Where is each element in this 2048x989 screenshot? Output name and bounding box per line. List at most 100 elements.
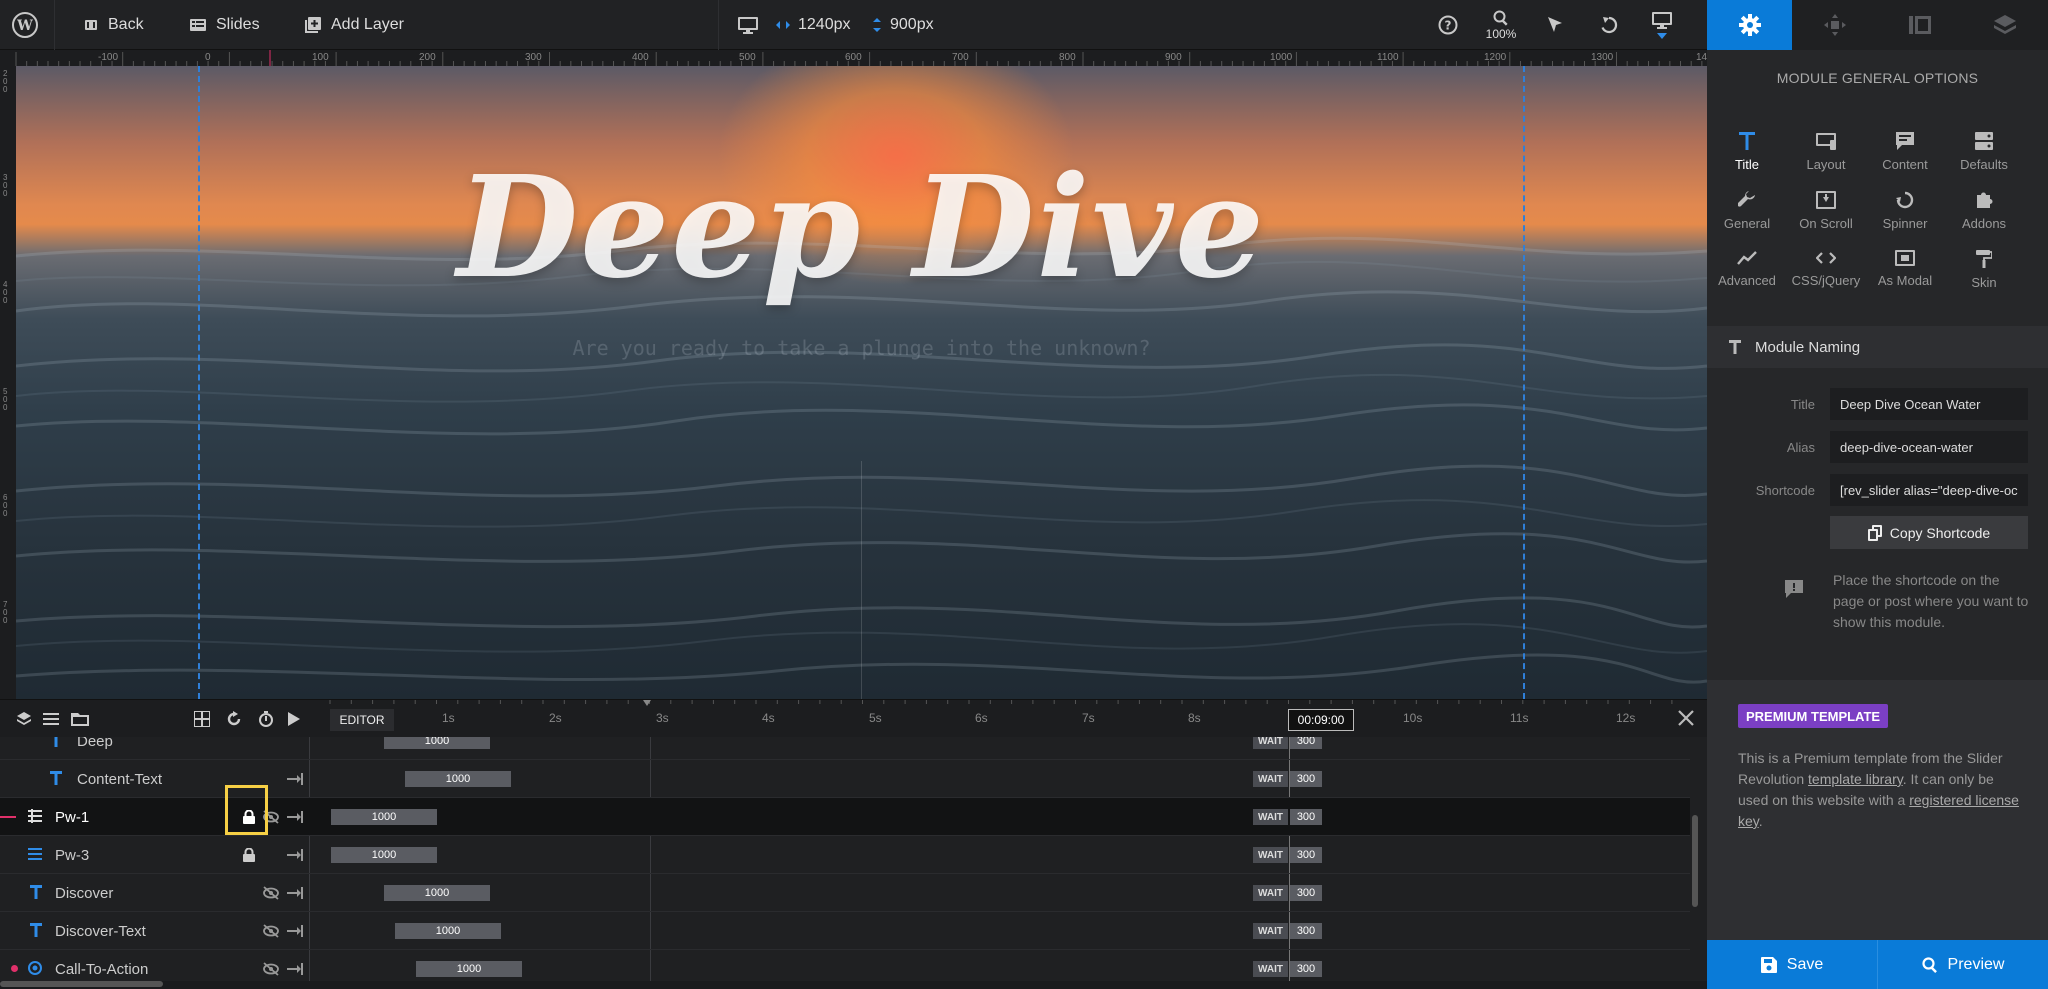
play-icon	[288, 712, 300, 726]
wordpress-logo-button[interactable]: W	[12, 0, 42, 50]
width-readout[interactable]: 1240px	[776, 0, 851, 50]
alias-field[interactable]	[1830, 431, 2028, 463]
layer-row-content-text[interactable]: Content-Text 1000 WAIT 300	[0, 760, 1690, 798]
row-end-action[interactable]	[287, 924, 303, 938]
loop-toggle[interactable]	[224, 709, 244, 729]
copy-shortcode-button[interactable]: Copy Shortcode	[1830, 516, 2028, 549]
add-layer-button[interactable]: Add Layer	[305, 0, 404, 50]
layer-row-call-to-action[interactable]: Call-To-Action 1000 WAIT 300	[0, 950, 1690, 981]
button-layer-icon	[28, 961, 42, 975]
visibility-toggle[interactable]	[263, 886, 279, 900]
layer-duration-bar[interactable]: 1000	[405, 771, 511, 787]
help-button[interactable]: ?	[1428, 0, 1468, 50]
current-time-indicator[interactable]: 00:09:00	[1288, 709, 1354, 731]
content-icon	[1896, 132, 1914, 150]
tab-navigation[interactable]	[1792, 0, 1878, 50]
ruler-label: 500	[739, 52, 756, 63]
speed-toggle[interactable]	[256, 709, 276, 729]
row-end-action[interactable]	[287, 848, 303, 862]
ruler-label: 700	[3, 600, 8, 625]
option-on-scroll[interactable]: On Scroll	[1786, 191, 1866, 233]
template-library-link[interactable]: template library	[1808, 771, 1903, 787]
vertical-ruler: 200 300 400 500 600 700	[0, 66, 16, 699]
timeline-scrollbar-horizontal[interactable]	[0, 981, 163, 987]
undo-button[interactable]	[1589, 0, 1629, 50]
wait-value[interactable]: 300	[1290, 809, 1322, 825]
layer-row-discover-text[interactable]: Discover-Text 1000 WAIT 300	[0, 912, 1690, 950]
option-as-modal[interactable]: As Modal	[1865, 250, 1945, 290]
wait-value[interactable]: 300	[1290, 771, 1322, 787]
row-end-action[interactable]	[287, 886, 303, 900]
layer-duration-bar[interactable]: 1000	[331, 809, 437, 825]
ruler-label: 800	[1059, 52, 1076, 63]
option-label: Defaults	[1960, 157, 2008, 172]
wait-value[interactable]: 300	[1290, 885, 1322, 901]
slides-button[interactable]: Slides	[190, 0, 260, 50]
select-tool-button[interactable]	[1535, 0, 1575, 50]
responsive-view-button[interactable]	[1642, 0, 1682, 50]
grid-toggle[interactable]	[192, 709, 212, 729]
height-readout[interactable]: 900px	[872, 0, 934, 50]
row-end-action[interactable]	[287, 772, 303, 786]
save-button[interactable]: Save	[1707, 940, 1877, 989]
time-tick: 6s	[975, 711, 988, 725]
play-button[interactable]	[284, 709, 304, 729]
option-css-jquery[interactable]: CSS/jQuery	[1786, 250, 1866, 290]
tab-slide-options[interactable]	[1877, 0, 1963, 50]
wait-value[interactable]: 300	[1290, 847, 1322, 863]
row-end-action[interactable]	[287, 810, 303, 824]
folder-toggle[interactable]	[70, 709, 90, 729]
slide-canvas[interactable]: Deep Dive Are you ready to take a plunge…	[16, 66, 1707, 699]
visibility-toggle[interactable]	[263, 810, 279, 824]
editor-tab[interactable]: EDITOR	[330, 709, 394, 731]
zoom-button[interactable]: 100%	[1481, 0, 1521, 50]
title-field[interactable]	[1830, 388, 2028, 420]
device-desktop-button[interactable]	[728, 0, 768, 50]
wait-label: WAIT	[1253, 961, 1288, 977]
close-timeline-button[interactable]	[1677, 709, 1695, 727]
back-button[interactable]: Back	[84, 0, 144, 50]
layer-duration-bar[interactable]: 1000	[331, 847, 437, 863]
option-label: Skin	[1971, 275, 1997, 290]
visibility-toggle[interactable]	[263, 924, 279, 938]
layer-duration-bar[interactable]: 1000	[384, 737, 490, 749]
tab-layer-options[interactable]	[1962, 0, 2048, 50]
defaults-icon	[1975, 132, 1993, 150]
layer-row-discover[interactable]: Discover 1000 WAIT 300	[0, 874, 1690, 912]
option-general[interactable]: General	[1707, 191, 1787, 233]
preview-button[interactable]: Preview	[1877, 940, 2048, 989]
option-label: Title	[1734, 157, 1760, 172]
visibility-toggle[interactable]	[263, 962, 279, 976]
layer-row-deep[interactable]: Deep 1000 WAIT 300	[0, 737, 1690, 760]
wait-value[interactable]: 300	[1290, 737, 1322, 749]
option-spinner[interactable]: Spinner	[1865, 191, 1945, 233]
option-addons[interactable]: Addons	[1944, 191, 2024, 233]
option-label: As Modal	[1877, 273, 1933, 288]
option-content[interactable]: Content	[1865, 132, 1945, 174]
wait-value[interactable]: 300	[1290, 961, 1322, 977]
module-naming-header[interactable]: Module Naming	[1707, 326, 2048, 368]
list-toggle[interactable]	[41, 709, 61, 729]
option-title[interactable]: Title	[1707, 132, 1787, 174]
row-end-action[interactable]	[287, 962, 303, 976]
option-skin[interactable]: Skin	[1944, 250, 2024, 292]
layers-toggle[interactable]	[14, 709, 34, 729]
lock-toggle[interactable]	[243, 810, 255, 824]
wait-value[interactable]: 300	[1290, 923, 1322, 939]
timeline-scrollbar-vertical[interactable]	[1692, 815, 1698, 907]
slide-title-layer[interactable]: Deep Dive	[16, 146, 1707, 310]
layer-duration-bar[interactable]: 1000	[416, 961, 522, 977]
option-layout[interactable]: Layout	[1786, 132, 1866, 174]
option-defaults[interactable]: Defaults	[1944, 132, 2024, 174]
layer-duration-bar[interactable]: 1000	[395, 923, 501, 939]
option-advanced[interactable]: Advanced	[1707, 250, 1787, 290]
arrow-to-end-icon	[287, 925, 303, 937]
shortcode-field[interactable]	[1830, 474, 2028, 506]
layer-duration-bar[interactable]: 1000	[384, 885, 490, 901]
timeline-header: EDITOR 1s 2s 3s 4s 5s 6s 7s 8s 9s 10s 11…	[0, 699, 1707, 737]
slide-subtitle-layer[interactable]: Are you ready to take a plunge into the …	[16, 336, 1707, 360]
layer-row-pw-3[interactable]: Pw-3 1000 WAIT 300	[0, 836, 1690, 874]
lock-toggle[interactable]	[243, 848, 255, 862]
layer-row-pw-1[interactable]: Pw-1 1000 WAIT 300	[0, 798, 1690, 836]
tab-module-settings[interactable]	[1707, 0, 1793, 50]
